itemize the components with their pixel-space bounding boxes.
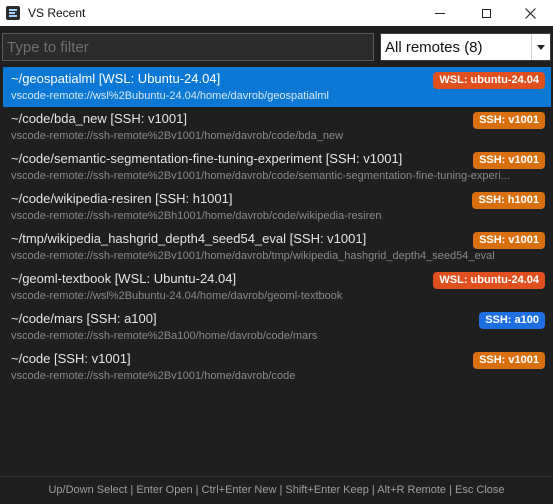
item-title: ~/code [SSH: v1001] — [11, 351, 131, 366]
item-path: vscode-remote://ssh-remote%2Ba100/home/d… — [11, 330, 318, 342]
list-item[interactable]: ~/geoml-textbook [WSL: Ubuntu-24.04] vsco… — [3, 267, 551, 307]
item-title: ~/code/wikipedia-resiren [SSH: h1001] — [11, 191, 233, 206]
filter-input[interactable] — [2, 33, 374, 61]
remote-badge: WSL: ubuntu-24.04 — [433, 272, 545, 289]
window-title: VS Recent — [28, 6, 86, 20]
item-path: vscode-remote://ssh-remote%2Bv1001/home/… — [11, 130, 344, 142]
item-path: vscode-remote://wsl%2Bubuntu-24.04/home/… — [11, 90, 329, 102]
list-item[interactable]: ~/code/wikipedia-resiren [SSH: h1001] vsc… — [3, 187, 551, 227]
maximize-button[interactable] — [463, 0, 509, 26]
title-bar[interactable]: VS Recent — [0, 0, 553, 26]
item-title: ~/code/semantic-segmentation-fine-tuning… — [11, 151, 403, 166]
app-icon — [6, 6, 20, 20]
item-path: vscode-remote://ssh-remote%2Bv1001/home/… — [11, 370, 296, 382]
minimize-button[interactable] — [417, 0, 463, 26]
list-item[interactable]: ~/code/bda_new [SSH: v1001] vscode-remote… — [3, 107, 551, 147]
list-item[interactable]: ~/geospatialml [WSL: Ubuntu-24.04] vscode… — [3, 67, 551, 107]
app-window: VS Recent All remotes (8) ~/geospatialml… — [0, 0, 553, 504]
close-icon — [524, 7, 536, 19]
remote-badge: SSH: v1001 — [473, 112, 545, 129]
remote-badge: SSH: h1001 — [472, 192, 545, 209]
list-item[interactable]: ~/code/mars [SSH: a100] vscode-remote://s… — [3, 307, 551, 347]
list-item[interactable]: ~/code [SSH: v1001] vscode-remote://ssh-r… — [3, 347, 551, 387]
close-button[interactable] — [507, 0, 553, 26]
item-title: ~/code/bda_new [SSH: v1001] — [11, 111, 187, 126]
remote-badge: SSH: a100 — [479, 312, 545, 329]
item-title: ~/tmp/wikipedia_hashgrid_depth4_seed54_e… — [11, 231, 367, 246]
remote-badge: SSH: v1001 — [473, 232, 545, 249]
remote-filter-select[interactable]: All remotes (8) — [380, 33, 551, 61]
item-path: vscode-remote://ssh-remote%2Bv1001/home/… — [11, 250, 495, 262]
item-path: vscode-remote://ssh-remote%2Bv1001/home/… — [11, 170, 510, 182]
list-item[interactable]: ~/code/semantic-segmentation-fine-tuning… — [3, 147, 551, 187]
remote-badge: WSL: ubuntu-24.04 — [433, 72, 545, 89]
remote-badge: SSH: v1001 — [473, 152, 545, 169]
item-title: ~/code/mars [SSH: a100] — [11, 311, 157, 326]
recent-list: ~/geospatialml [WSL: Ubuntu-24.04] vscode… — [3, 67, 551, 387]
item-path: vscode-remote://ssh-remote%2Bh1001/home/… — [11, 210, 382, 222]
footer-divider — [0, 476, 553, 477]
shortcuts-hint: Up/Down Select | Enter Open | Ctrl+Enter… — [48, 484, 505, 496]
list-item[interactable]: ~/tmp/wikipedia_hashgrid_depth4_seed54_e… — [3, 227, 551, 267]
minimize-icon — [435, 12, 445, 14]
dropdown-arrow-icon[interactable] — [531, 34, 550, 60]
maximize-icon — [481, 8, 491, 18]
remote-select-value: All remotes (8) — [385, 38, 483, 56]
remote-badge: SSH: v1001 — [473, 352, 545, 369]
item-path: vscode-remote://wsl%2Bubuntu-24.04/home/… — [11, 290, 343, 302]
